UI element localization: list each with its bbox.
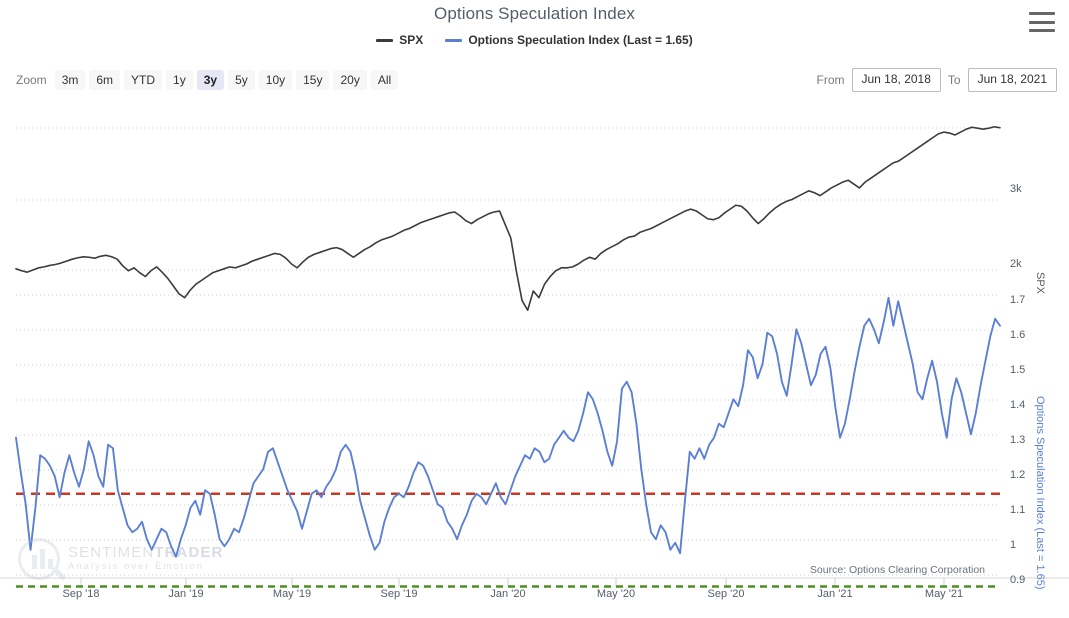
legend-item-osi[interactable]: Options Speculation Index (Last = 1.65) xyxy=(445,33,692,47)
zoom-button-ytd[interactable]: YTD xyxy=(124,70,162,90)
zoom-button-group: 3m6mYTD1y3y5y10y15y20yAll xyxy=(55,70,403,90)
legend-item-spx[interactable]: SPX xyxy=(376,33,423,47)
osi-line-series xyxy=(16,298,1000,557)
hamburger-bar xyxy=(1029,12,1055,15)
zoom-button-5y[interactable]: 5y xyxy=(228,70,255,90)
y-tick-osi-1.1: 1.1 xyxy=(1010,504,1025,516)
hamburger-bar xyxy=(1029,21,1055,24)
y-tick-osi-1.2: 1.2 xyxy=(1010,469,1025,481)
spx-line-series xyxy=(16,127,1000,310)
to-label: To xyxy=(948,73,961,87)
x-tick-jan-19: Jan '19 xyxy=(168,588,203,600)
y-tick-osi-1.7: 1.7 xyxy=(1010,294,1025,306)
from-date-input[interactable]: Jun 18, 2018 xyxy=(852,68,941,92)
y-tick-osi-1.5: 1.5 xyxy=(1010,364,1025,376)
zoom-button-all[interactable]: All xyxy=(371,70,398,90)
date-range-controls: From Jun 18, 2018 To Jun 18, 2021 xyxy=(817,68,1058,92)
y-tick-osi-1: 1 xyxy=(1010,539,1016,551)
y-tick-osi-0.9: 0.9 xyxy=(1010,574,1025,586)
source-note: Source: Options Clearing Corporation xyxy=(810,564,985,576)
x-tick-jan-20: Jan '20 xyxy=(490,588,525,600)
x-tick-may-20: May '20 xyxy=(597,588,635,600)
zoom-button-3m[interactable]: 3m xyxy=(55,70,86,90)
zoom-button-1y[interactable]: 1y xyxy=(166,70,193,90)
hamburger-menu-icon[interactable] xyxy=(1029,12,1055,32)
zoom-button-15y[interactable]: 15y xyxy=(296,70,329,90)
x-tick-may-19: May '19 xyxy=(273,588,311,600)
legend-label: SPX xyxy=(399,33,423,47)
legend-swatch-icon xyxy=(376,39,393,42)
hamburger-bar xyxy=(1029,29,1055,32)
range-toolbar: Zoom 3m6mYTD1y3y5y10y15y20yAll From Jun … xyxy=(16,68,1057,92)
zoom-button-20y[interactable]: 20y xyxy=(333,70,366,90)
x-tick-sep-18: Sep '18 xyxy=(63,588,100,600)
y-tick-spx-2k: 2k xyxy=(1010,258,1022,270)
zoom-button-3y[interactable]: 3y xyxy=(197,70,224,90)
legend-label: Options Speculation Index (Last = 1.65) xyxy=(468,33,692,47)
zoom-button-6m[interactable]: 6m xyxy=(89,70,120,90)
legend-swatch-icon xyxy=(445,39,462,42)
x-tick-sep-19: Sep '19 xyxy=(381,588,418,600)
x-tick-sep-20: Sep '20 xyxy=(708,588,745,600)
spx-axis-title: SPX xyxy=(1034,272,1046,294)
y-tick-osi-1.4: 1.4 xyxy=(1010,399,1025,411)
chart-svg xyxy=(0,100,1069,618)
zoom-label: Zoom xyxy=(16,73,47,87)
from-label: From xyxy=(817,73,845,87)
zoom-button-10y[interactable]: 10y xyxy=(259,70,292,90)
y-tick-osi-1.3: 1.3 xyxy=(1010,434,1025,446)
x-tick-jan-21: Jan '21 xyxy=(817,588,852,600)
plot-area: SPX Options Speculation Index (Last = 1.… xyxy=(0,100,1069,618)
page-title: Options Speculation Index xyxy=(0,4,1069,24)
chart-legend: SPX Options Speculation Index (Last = 1.6… xyxy=(0,33,1069,47)
chart-page: Options Speculation Index SPX Options Spe… xyxy=(0,0,1069,618)
to-date-input[interactable]: Jun 18, 2021 xyxy=(968,68,1057,92)
y-tick-osi-1.6: 1.6 xyxy=(1010,329,1025,341)
osi-axis-title: Options Speculation Index (Last = 1.65) xyxy=(1034,396,1046,590)
y-tick-spx-3k: 3k xyxy=(1010,183,1022,195)
x-tick-may-21: May '21 xyxy=(925,588,963,600)
